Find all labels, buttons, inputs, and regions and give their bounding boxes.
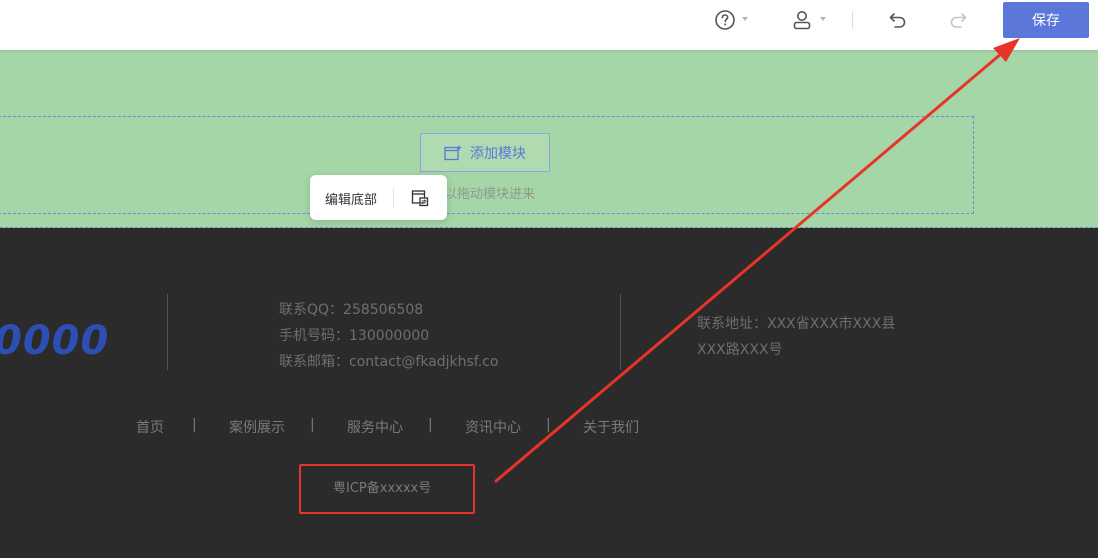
help-circle-icon[interactable]: [714, 8, 736, 32]
footer-nav-separator: |: [310, 417, 315, 433]
contact-phone: 手机号码：130000000: [279, 328, 430, 344]
footer-divider-right: [620, 294, 621, 370]
footer-nav-home[interactable]: 首页: [136, 417, 164, 437]
add-module-button[interactable]: 添加模块: [420, 133, 550, 172]
user-icon[interactable]: [792, 8, 812, 32]
footer-nav-news[interactable]: 资讯中心: [465, 417, 521, 437]
redo-icon[interactable]: [948, 8, 968, 32]
save-button[interactable]: 保存: [1003, 2, 1089, 38]
annotation-highlight-box: [299, 464, 475, 514]
undo-icon[interactable]: [888, 8, 908, 32]
contact-qq: 联系QQ：258506508: [279, 302, 424, 318]
footer-address: 联系地址：XXX省XXX市XXX县 XXX路XXX号: [697, 311, 907, 363]
toolbar-divider: [852, 11, 853, 29]
footer-contact-info: 联系QQ：258506508 手机号码：130000000 联系邮箱：conta…: [279, 297, 498, 375]
add-module-icon: [444, 145, 462, 160]
site-footer[interactable]: [0, 228, 1098, 558]
edit-footer-button[interactable]: 编辑底部: [325, 189, 377, 208]
contact-email: 联系邮箱：contact@fkadjkhsf.co: [279, 354, 499, 370]
footer-nav-separator: |: [546, 417, 551, 433]
edit-footer-popup: 编辑底部: [310, 175, 447, 220]
editor-toolbar: 保存: [0, 0, 1098, 50]
footer-divider-left: [167, 294, 168, 370]
swap-layout-icon[interactable]: [411, 189, 429, 211]
address-line-2: XXX路XXX号: [697, 342, 783, 358]
footer-nav-services[interactable]: 服务中心: [347, 417, 403, 437]
drag-hint-text: 以拖动模块进来: [444, 187, 536, 202]
footer-nav-separator: |: [192, 417, 197, 433]
add-module-label: 添加模块: [470, 145, 526, 162]
help-dropdown-caret-icon[interactable]: [742, 17, 748, 21]
footer-nav-about[interactable]: 关于我们: [583, 417, 639, 437]
footer-nav-cases[interactable]: 案例展示: [229, 417, 285, 437]
address-line-1: 联系地址：XXX省XXX市XXX县: [697, 316, 896, 332]
user-dropdown-caret-icon[interactable]: [820, 17, 826, 21]
popup-divider: [393, 188, 394, 208]
footer-logo-text: 0000: [0, 318, 110, 364]
footer-nav-separator: |: [428, 417, 433, 433]
